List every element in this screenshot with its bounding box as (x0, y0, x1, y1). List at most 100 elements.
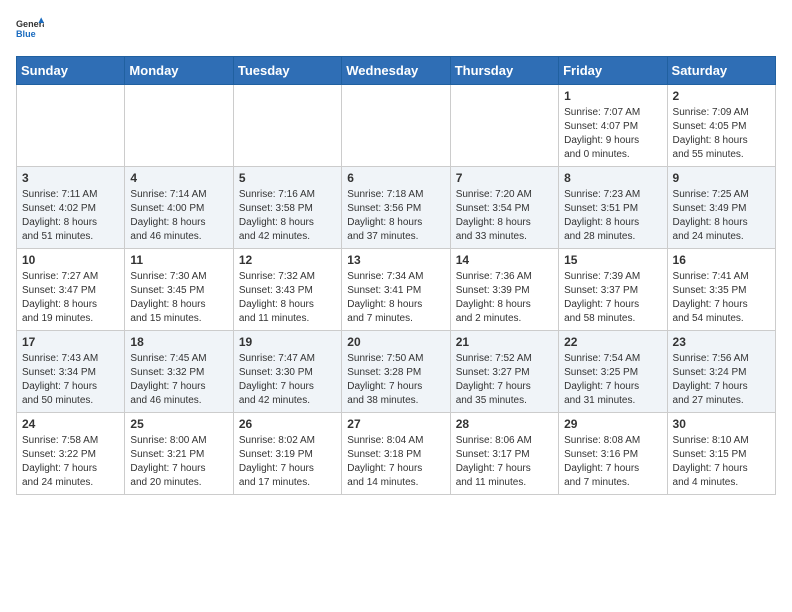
calendar-cell: 30 Sunrise: 8:10 AM Sunset: 3:15 PM Dayli… (667, 413, 775, 495)
cell-date: 9 (673, 171, 770, 185)
cell-date: 6 (347, 171, 444, 185)
calendar-cell: 9 Sunrise: 7:25 AM Sunset: 3:49 PM Daylig… (667, 167, 775, 249)
cell-date: 24 (22, 417, 119, 431)
calendar-cell: 29 Sunrise: 8:08 AM Sunset: 3:16 PM Dayli… (559, 413, 667, 495)
cell-date: 18 (130, 335, 227, 349)
cell-date: 22 (564, 335, 661, 349)
cell-date: 1 (564, 89, 661, 103)
cell-date: 20 (347, 335, 444, 349)
col-header-thursday: Thursday (450, 57, 558, 85)
calendar-cell (17, 85, 125, 167)
cell-info: Sunrise: 7:45 AM Sunset: 3:32 PM Dayligh… (130, 352, 227, 408)
cell-info: Sunrise: 8:08 AM Sunset: 3:16 PM Dayligh… (564, 434, 661, 490)
calendar-cell (450, 85, 558, 167)
cell-date: 29 (564, 417, 661, 431)
col-header-sunday: Sunday (17, 57, 125, 85)
calendar-cell: 21 Sunrise: 7:52 AM Sunset: 3:27 PM Dayli… (450, 331, 558, 413)
cell-date: 10 (22, 253, 119, 267)
calendar-header-row: SundayMondayTuesdayWednesdayThursdayFrid… (17, 57, 776, 85)
cell-info: Sunrise: 7:25 AM Sunset: 3:49 PM Dayligh… (673, 188, 770, 244)
calendar-cell: 6 Sunrise: 7:18 AM Sunset: 3:56 PM Daylig… (342, 167, 450, 249)
cell-date: 28 (456, 417, 553, 431)
logo-icon: General Blue (16, 16, 44, 44)
header: General Blue (16, 16, 776, 44)
calendar-cell: 7 Sunrise: 7:20 AM Sunset: 3:54 PM Daylig… (450, 167, 558, 249)
calendar-cell: 28 Sunrise: 8:06 AM Sunset: 3:17 PM Dayli… (450, 413, 558, 495)
week-row-3: 10Sunrise: 7:27 AM Sunset: 3:47 PM Dayli… (17, 249, 776, 331)
calendar-cell: 25 Sunrise: 8:00 AM Sunset: 3:21 PM Dayli… (125, 413, 233, 495)
calendar-cell: 5 Sunrise: 7:16 AM Sunset: 3:58 PM Daylig… (233, 167, 341, 249)
col-header-monday: Monday (125, 57, 233, 85)
cell-date: 25 (130, 417, 227, 431)
cell-date: 2 (673, 89, 770, 103)
cell-info: Sunrise: 7:11 AM Sunset: 4:02 PM Dayligh… (22, 188, 119, 244)
cell-info: Sunrise: 7:41 AM Sunset: 3:35 PM Dayligh… (673, 270, 770, 326)
cell-date: 4 (130, 171, 227, 185)
cell-date: 5 (239, 171, 336, 185)
calendar-cell: 13 Sunrise: 7:34 AM Sunset: 3:41 PM Dayli… (342, 249, 450, 331)
calendar-cell: 11 Sunrise: 7:30 AM Sunset: 3:45 PM Dayli… (125, 249, 233, 331)
calendar-cell: 1Sunrise: 7:07 AM Sunset: 4:07 PM Daylig… (559, 85, 667, 167)
cell-info: Sunrise: 7:47 AM Sunset: 3:30 PM Dayligh… (239, 352, 336, 408)
calendar-cell: 15 Sunrise: 7:39 AM Sunset: 3:37 PM Dayli… (559, 249, 667, 331)
cell-date: 7 (456, 171, 553, 185)
calendar-cell: 22Sunrise: 7:54 AM Sunset: 3:25 PM Dayli… (559, 331, 667, 413)
cell-info: Sunrise: 8:02 AM Sunset: 3:19 PM Dayligh… (239, 434, 336, 490)
calendar-cell: 18 Sunrise: 7:45 AM Sunset: 3:32 PM Dayli… (125, 331, 233, 413)
cell-date: 15 (564, 253, 661, 267)
col-header-saturday: Saturday (667, 57, 775, 85)
cell-info: Sunrise: 7:30 AM Sunset: 3:45 PM Dayligh… (130, 270, 227, 326)
calendar-cell: 4 Sunrise: 7:14 AM Sunset: 4:00 PM Daylig… (125, 167, 233, 249)
cell-info: Sunrise: 7:36 AM Sunset: 3:39 PM Dayligh… (456, 270, 553, 326)
calendar-cell: 3 Sunrise: 7:11 AM Sunset: 4:02 PM Daylig… (17, 167, 125, 249)
cell-info: Sunrise: 7:43 AM Sunset: 3:34 PM Dayligh… (22, 352, 119, 408)
cell-info: Sunrise: 7:32 AM Sunset: 3:43 PM Dayligh… (239, 270, 336, 326)
week-row-5: 24 Sunrise: 7:58 AM Sunset: 3:22 PM Dayli… (17, 413, 776, 495)
col-header-wednesday: Wednesday (342, 57, 450, 85)
cell-info: Sunrise: 7:14 AM Sunset: 4:00 PM Dayligh… (130, 188, 227, 244)
cell-date: 27 (347, 417, 444, 431)
col-header-tuesday: Tuesday (233, 57, 341, 85)
cell-date: 13 (347, 253, 444, 267)
calendar-cell (125, 85, 233, 167)
cell-date: 23 (673, 335, 770, 349)
calendar-cell: 19 Sunrise: 7:47 AM Sunset: 3:30 PM Dayli… (233, 331, 341, 413)
calendar-cell: 12Sunrise: 7:32 AM Sunset: 3:43 PM Dayli… (233, 249, 341, 331)
calendar-cell: 16 Sunrise: 7:41 AM Sunset: 3:35 PM Dayli… (667, 249, 775, 331)
cell-date: 30 (673, 417, 770, 431)
cell-info: Sunrise: 8:06 AM Sunset: 3:17 PM Dayligh… (456, 434, 553, 490)
cell-date: 17 (22, 335, 119, 349)
calendar-cell (342, 85, 450, 167)
cell-info: Sunrise: 7:18 AM Sunset: 3:56 PM Dayligh… (347, 188, 444, 244)
cell-info: Sunrise: 8:00 AM Sunset: 3:21 PM Dayligh… (130, 434, 227, 490)
cell-info: Sunrise: 7:16 AM Sunset: 3:58 PM Dayligh… (239, 188, 336, 244)
cell-date: 19 (239, 335, 336, 349)
calendar-cell: 23 Sunrise: 7:56 AM Sunset: 3:24 PM Dayli… (667, 331, 775, 413)
calendar-cell: 2Sunrise: 7:09 AM Sunset: 4:05 PM Daylig… (667, 85, 775, 167)
cell-info: Sunrise: 7:52 AM Sunset: 3:27 PM Dayligh… (456, 352, 553, 408)
calendar-cell: 14 Sunrise: 7:36 AM Sunset: 3:39 PM Dayli… (450, 249, 558, 331)
cell-info: Sunrise: 7:58 AM Sunset: 3:22 PM Dayligh… (22, 434, 119, 490)
calendar-cell: 17 Sunrise: 7:43 AM Sunset: 3:34 PM Dayli… (17, 331, 125, 413)
cell-info: Sunrise: 7:23 AM Sunset: 3:51 PM Dayligh… (564, 188, 661, 244)
cell-date: 3 (22, 171, 119, 185)
cell-info: Sunrise: 7:20 AM Sunset: 3:54 PM Dayligh… (456, 188, 553, 244)
calendar-cell: 8 Sunrise: 7:23 AM Sunset: 3:51 PM Daylig… (559, 167, 667, 249)
cell-date: 16 (673, 253, 770, 267)
cell-date: 11 (130, 253, 227, 267)
cell-info: Sunrise: 7:50 AM Sunset: 3:28 PM Dayligh… (347, 352, 444, 408)
col-header-friday: Friday (559, 57, 667, 85)
cell-info: Sunrise: 8:10 AM Sunset: 3:15 PM Dayligh… (673, 434, 770, 490)
calendar-cell (233, 85, 341, 167)
cell-date: 14 (456, 253, 553, 267)
cell-date: 8 (564, 171, 661, 185)
week-row-4: 17 Sunrise: 7:43 AM Sunset: 3:34 PM Dayli… (17, 331, 776, 413)
cell-date: 21 (456, 335, 553, 349)
calendar-cell: 20 Sunrise: 7:50 AM Sunset: 3:28 PM Dayli… (342, 331, 450, 413)
svg-text:Blue: Blue (16, 29, 36, 39)
cell-info: Sunrise: 7:34 AM Sunset: 3:41 PM Dayligh… (347, 270, 444, 326)
calendar-cell: 26Sunrise: 8:02 AM Sunset: 3:19 PM Dayli… (233, 413, 341, 495)
cell-info: Sunrise: 8:04 AM Sunset: 3:18 PM Dayligh… (347, 434, 444, 490)
cell-info: Sunrise: 7:56 AM Sunset: 3:24 PM Dayligh… (673, 352, 770, 408)
cell-info: Sunrise: 7:39 AM Sunset: 3:37 PM Dayligh… (564, 270, 661, 326)
